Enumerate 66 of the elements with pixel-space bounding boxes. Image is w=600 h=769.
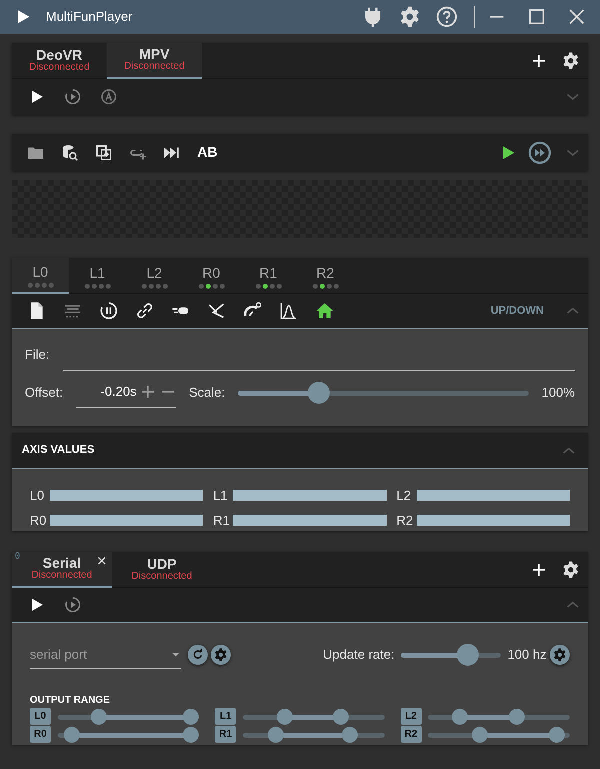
axis-tab[interactable]: R2 [297, 258, 354, 294]
range-slider[interactable] [242, 726, 385, 742]
update-rate-slider[interactable] [401, 644, 502, 666]
index-label: 0 [15, 553, 20, 562]
scale-slider[interactable] [238, 382, 529, 404]
axis-label: L0 [30, 486, 46, 504]
axis-label: L2 [396, 486, 412, 504]
axis-tab[interactable]: R0 [183, 258, 240, 294]
axis-tag: L2 [400, 708, 422, 725]
ab-loop-button[interactable]: AB [190, 142, 225, 163]
axis-label: R0 [30, 512, 48, 530]
file-label: File: [25, 346, 50, 364]
axis-label: R2 [396, 512, 414, 530]
settings-icon[interactable] [562, 561, 580, 579]
database-search-icon[interactable] [60, 144, 78, 162]
axis-tab[interactable]: L0 [12, 258, 69, 294]
link-icon[interactable] [134, 301, 154, 321]
axis-label: L1 [213, 486, 229, 504]
range-slider[interactable] [428, 726, 570, 742]
axis-tag: R2 [400, 726, 422, 743]
close-tab-icon[interactable] [97, 556, 107, 566]
motion-mode-label: UP/DOWN [490, 304, 544, 319]
axis-tab[interactable]: L1 [69, 258, 126, 294]
update-rate-reading: 100 hz [508, 646, 547, 664]
axis-tag: L0 [30, 708, 51, 725]
settings-icon[interactable] [562, 52, 580, 70]
offset-value: -0.20s [100, 383, 137, 402]
home-icon[interactable] [314, 301, 334, 321]
auto-icon[interactable] [100, 88, 118, 106]
maximize-icon[interactable] [527, 7, 547, 27]
replay-icon[interactable] [64, 88, 82, 106]
range-slider[interactable] [58, 708, 200, 724]
replay-icon[interactable] [64, 596, 82, 614]
add-icon[interactable] [530, 561, 548, 579]
scale-label: Scale: [189, 384, 226, 402]
section-title: OUTPUT RANGE [30, 694, 111, 708]
offset-field[interactable]: -0.20s [76, 378, 176, 408]
settings-icon[interactable] [399, 6, 421, 28]
axis-label: R1 [213, 512, 231, 530]
device-tab[interactable]: MPV Disconnected [107, 43, 202, 79]
section-title: AXIS VALUES [22, 443, 95, 458]
range-slider[interactable] [58, 726, 200, 742]
pause-icon[interactable] [98, 301, 118, 321]
device-tab[interactable]: UDP Disconnected [112, 552, 212, 588]
axis-tab[interactable]: R1 [240, 258, 297, 294]
axis-tag: L1 [215, 708, 236, 725]
device-tab[interactable]: DeoVR Disconnected [12, 43, 107, 79]
axis-tab[interactable]: L2 [126, 258, 183, 294]
serial-port-dropdown[interactable]: serial port [30, 641, 181, 669]
range-slider[interactable] [428, 708, 570, 724]
fast-forward-icon[interactable] [528, 140, 552, 164]
range-slider[interactable] [242, 708, 385, 724]
curve-icon[interactable] [206, 301, 226, 321]
device-tab[interactable]: Serial Disconnected 0 [12, 552, 112, 588]
copy-icon[interactable] [94, 144, 112, 162]
axis-tag: R0 [30, 726, 51, 743]
window-title: MultiFunPlayer [46, 8, 133, 26]
scale-reading: 100% [542, 384, 575, 402]
help-icon[interactable] [436, 6, 458, 28]
distribution-curve-icon[interactable] [278, 301, 298, 321]
close-icon[interactable] [567, 7, 587, 27]
add-icon[interactable] [530, 52, 548, 70]
offset-label: Offset: [25, 384, 64, 402]
update-rate-label: Update rate: [323, 646, 395, 664]
plus-icon[interactable] [140, 384, 156, 400]
axis-tag: R1 [215, 726, 236, 743]
